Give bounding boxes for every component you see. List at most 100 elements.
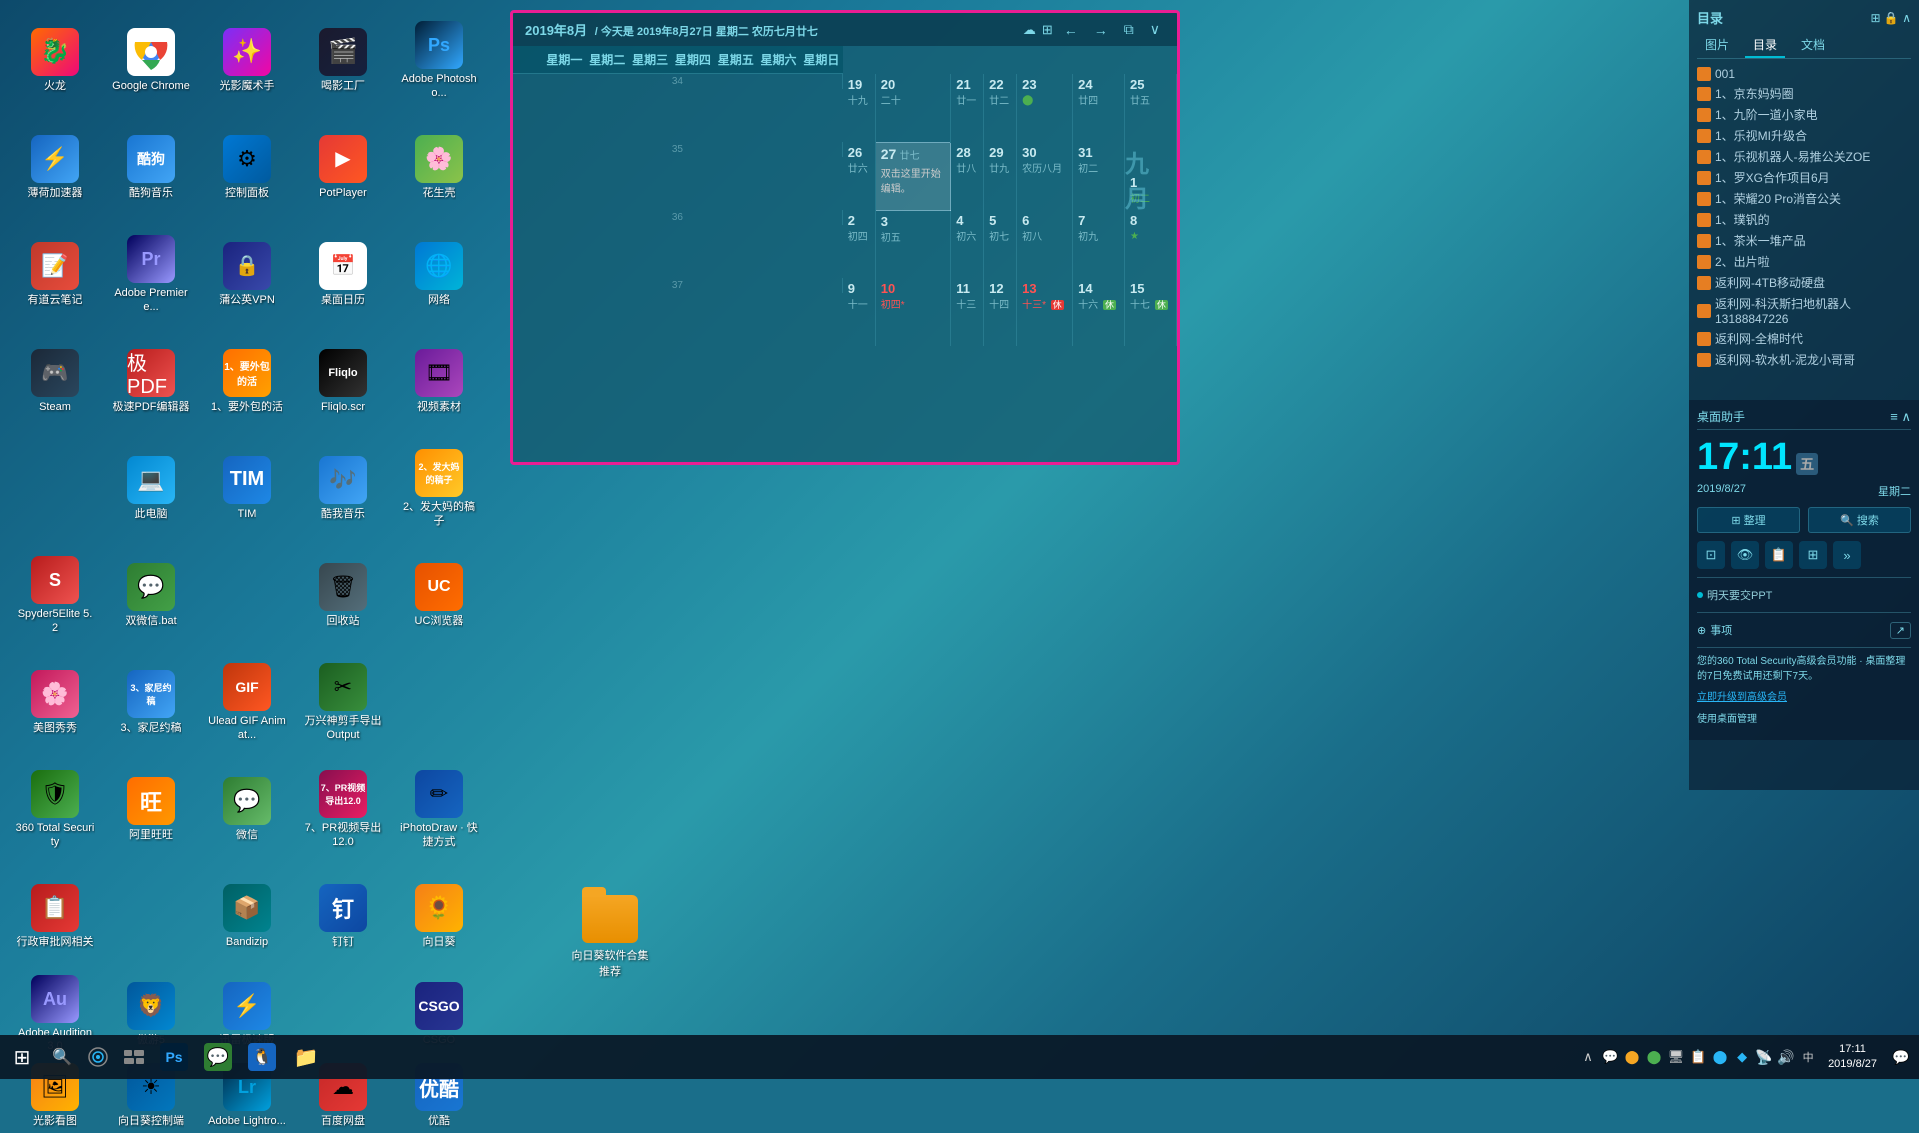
file-item-pufu[interactable]: 1、璞钒的 <box>1697 209 1911 230</box>
cal-cell-w37-mon[interactable]: 9十一 <box>843 278 875 346</box>
cal-cell-w34-mon[interactable]: 19十九 <box>843 74 875 142</box>
icon-meitu[interactable]: 🌸 美图秀秀 <box>8 650 102 755</box>
icon-ali[interactable]: 旺 阿里旺旺 <box>104 757 198 862</box>
cal-cell-w35-tue-today[interactable]: 27 廿七 双击这里开始编辑。 <box>875 142 951 210</box>
icon-chrome[interactable]: Google Chrome <box>104 8 198 113</box>
cal-cell-w35-wed[interactable]: 28廿八 <box>951 142 984 210</box>
cal-cloud-icon[interactable]: ☁ <box>1023 22 1036 38</box>
file-item-fanli2[interactable]: 返利网-科沃斯扫地机器人13188847226 <box>1697 293 1911 328</box>
tray-circle1[interactable]: ⬤ <box>1622 1035 1642 1079</box>
tray-clip[interactable]: 📋 <box>1688 1035 1708 1079</box>
icon-huo[interactable]: 🐉 火龙 <box>8 8 102 113</box>
icon-tim[interactable]: TIM TIM <box>200 436 294 541</box>
tray-monitor[interactable]: 🖥 <box>1666 1035 1686 1079</box>
cal-cell-w34-wed[interactable]: 21廿一 <box>951 74 984 142</box>
file-item-chu[interactable]: 2、出片啦 <box>1697 251 1911 272</box>
icon-control[interactable]: ⚙ 控制面板 <box>200 115 294 220</box>
cal-cell-w34-sat[interactable]: 24廿四 <box>1073 74 1125 142</box>
cal-cell-w34-sun[interactable]: 25廿五 <box>1125 74 1177 142</box>
cal-cell-w36-fri[interactable]: 6初八 <box>1017 210 1073 278</box>
cal-cell-w35-mon[interactable]: 26廿六 <box>843 142 875 210</box>
file-item-jiujie[interactable]: 1、九阶一道小家电 <box>1697 104 1911 125</box>
cal-cell-w37-sun[interactable]: 15十七 休 <box>1125 278 1177 346</box>
icon-video[interactable]: 🎞 视频素材 <box>392 329 486 434</box>
icon-magic[interactable]: ✨ 光影魔术手 <box>200 8 294 113</box>
icon-ulead[interactable]: GIF Ulead GIF Animat... <box>200 650 294 755</box>
icon-flower[interactable]: 🌸 花生壳 <box>392 115 486 220</box>
promo-upgrade-link[interactable]: 立即升级到高级会员 <box>1697 688 1911 703</box>
icon-mypc[interactable]: 💻 此电脑 <box>104 436 198 541</box>
taskbar-app-wechat[interactable]: 💬 <box>196 1035 240 1079</box>
cal-cell-w37-thu[interactable]: 12十四 <box>984 278 1017 346</box>
quick-note-icon[interactable]: 📋 <box>1765 541 1793 569</box>
icon-wanxing[interactable]: ✂ 万兴神剪手导出Output <box>296 650 390 755</box>
cal-cell-w36-sat[interactable]: 7初九 <box>1073 210 1125 278</box>
icon-jia[interactable]: 3、家尼约稿 3、家尼约稿 <box>104 650 198 755</box>
icon-pdf[interactable]: 极PDF 极速PDF编辑器 <box>104 329 198 434</box>
file-item-jd[interactable]: 1、京东妈妈圈 <box>1697 83 1911 104</box>
icon-pr[interactable]: Pr Adobe Premiere... <box>104 222 198 327</box>
icon-kugou2[interactable]: 🎶 酷我音乐 <box>296 436 390 541</box>
cal-next-btn[interactable]: → <box>1089 20 1113 40</box>
cal-cell-w35-fri[interactable]: 30农历八月 <box>1017 142 1073 210</box>
tray-expand-btn[interactable]: ∧ <box>1578 1035 1598 1079</box>
icon-wechat2[interactable]: 💬 微信 <box>200 757 294 862</box>
icon-iphotodraw[interactable]: ✏ iPhotoDraw · 快捷方式 <box>392 757 486 862</box>
cal-cell-w37-tue[interactable]: 10初四* <box>875 278 951 346</box>
cal-cell-w34-tue[interactable]: 20二十 <box>875 74 951 142</box>
file-item-fanli4[interactable]: 返利网-软水机-泥龙小哥哥 <box>1697 349 1911 370</box>
icon-net[interactable]: 🌐 网络 <box>392 222 486 327</box>
cal-cell-w34-thu[interactable]: 22廿二 <box>984 74 1017 142</box>
file-item-chami[interactable]: 1、茶米一堆产品 <box>1697 230 1911 251</box>
tray-diamond[interactable]: ◆ <box>1732 1035 1752 1079</box>
icon-youdao[interactable]: 📝 有道云笔记 <box>8 222 102 327</box>
icon-ps[interactable]: Ps Adobe Photosho... <box>392 8 486 113</box>
cal-cell-w36-tue[interactable]: 3初五 <box>875 210 951 278</box>
action-organize-btn[interactable]: ⊞ 整理 <box>1697 507 1800 533</box>
cal-cell-w35-thu[interactable]: 29廿九 <box>984 142 1017 210</box>
cal-cell-w35-sun[interactable]: 九月 1初二 <box>1125 142 1177 210</box>
icon-thunder[interactable]: ⚡ 薄荷加速器 <box>8 115 102 220</box>
quick-screen-icon[interactable]: ⊡ <box>1697 541 1725 569</box>
cal-cell-w37-fri[interactable]: 13十三* 休 <box>1017 278 1073 346</box>
cal-cell-w36-sun[interactable]: 8★ <box>1125 210 1177 278</box>
taskbar-app-file[interactable]: 📁 <box>284 1035 328 1079</box>
desktop-folder[interactable]: 向日葵软件合集推荐 <box>570 895 650 979</box>
icon-xiangri[interactable]: 🌻 向日葵 <box>392 864 486 969</box>
icon-wechat[interactable]: 💬 双微信.bat <box>104 543 198 648</box>
cal-expand-btn[interactable]: ⧉ <box>1119 19 1139 40</box>
cal-cell-w36-wed[interactable]: 4初六 <box>951 210 984 278</box>
icon-yewai[interactable]: 1、要外包的活 1、要外包的活 <box>200 329 294 434</box>
icon-360[interactable]: 🛡 360 Total Security <box>8 757 102 862</box>
cal-cell-w36-thu[interactable]: 5初七 <box>984 210 1017 278</box>
quick-grid-icon[interactable]: ⊞ <box>1799 541 1827 569</box>
taskbar-clock[interactable]: 17:11 2019/8/27 <box>1820 1035 1885 1079</box>
tray-wechat[interactable]: 💬 <box>1600 1035 1620 1079</box>
icon-dingding[interactable]: 钉 钉钉 <box>296 864 390 969</box>
share-btn[interactable]: ↗ <box>1890 622 1911 639</box>
file-item-fanli1[interactable]: 返利网-4TB移动硬盘 <box>1697 272 1911 293</box>
tray-circle2[interactable]: ⬤ <box>1644 1035 1664 1079</box>
taskbar-search-button[interactable]: 🔍 <box>44 1035 80 1079</box>
tab-images[interactable]: 图片 <box>1697 33 1737 58</box>
add-todo-btn[interactable]: ⊕ 事项 <box>1697 619 1732 641</box>
tray-blue-dot[interactable]: ⬤ <box>1710 1035 1730 1079</box>
tray-volume[interactable]: 🔊 <box>1776 1035 1796 1079</box>
taskbar-cortana-button[interactable] <box>80 1035 116 1079</box>
taskbar-app-blue[interactable]: 🐧 <box>240 1035 284 1079</box>
notification-btn[interactable]: 💬 <box>1887 1035 1915 1079</box>
icon-uc[interactable]: UC UC浏览器 <box>392 543 486 648</box>
icon-vpn[interactable]: 🔒 蒲公英VPN <box>200 222 294 327</box>
tray-wifi[interactable]: 📡 <box>1754 1035 1774 1079</box>
icon-recycle[interactable]: 🗑 回收站 <box>296 543 390 648</box>
file-item-fanli3[interactable]: 返利网-全棉时代 <box>1697 328 1911 349</box>
cal-cell-w37-sat[interactable]: 14十六 休 <box>1073 278 1125 346</box>
icon-xingzheng[interactable]: 📋 行政审批网相关 <box>8 864 102 969</box>
icon-steam[interactable]: 🎮 Steam <box>8 329 102 434</box>
icon-ying[interactable]: 🎬 喝影工厂 <box>296 8 390 113</box>
cal-cell-w37-wed[interactable]: 11十三 <box>951 278 984 346</box>
file-item-leshi1[interactable]: 1、乐视MI升级合 <box>1697 125 1911 146</box>
icon-pot[interactable]: ▶ PotPlayer <box>296 115 390 220</box>
cal-collapse-btn[interactable]: ∨ <box>1145 19 1165 40</box>
tray-input[interactable]: 中 <box>1798 1035 1818 1079</box>
